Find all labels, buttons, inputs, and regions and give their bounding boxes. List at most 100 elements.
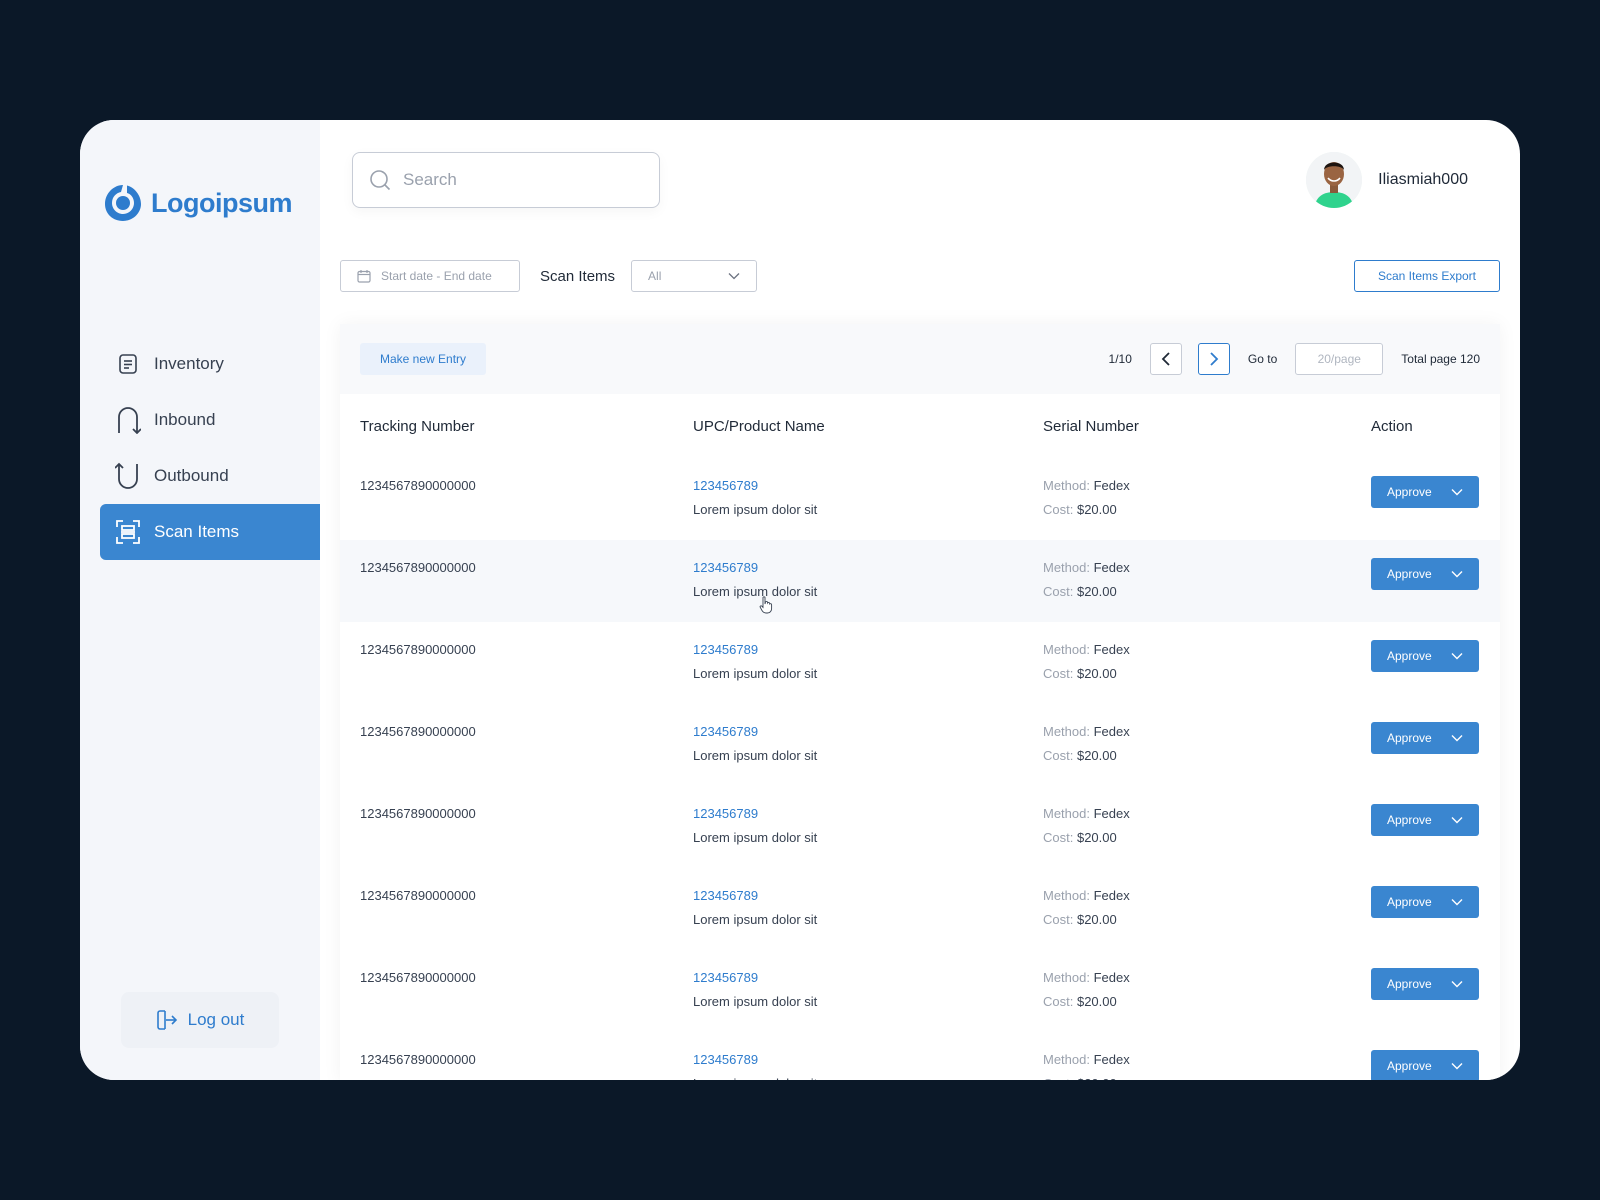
cost-line: Cost: $20.00 bbox=[1043, 744, 1130, 768]
date-range-picker[interactable]: Start date - End date bbox=[340, 260, 520, 292]
table-row[interactable]: 1234567890000000 123456789 Lorem ipsum d… bbox=[340, 950, 1500, 1032]
action-cell: Approve bbox=[1371, 804, 1479, 836]
scan-items-filter-label: Scan Items bbox=[540, 267, 616, 285]
product-name: Lorem ipsum dolor sit bbox=[693, 502, 818, 517]
scan-icon bbox=[114, 518, 142, 546]
upc-link[interactable]: 123456789 bbox=[693, 474, 817, 498]
table-row[interactable]: 1234567890000000 123456789 Lorem ipsum d… bbox=[340, 458, 1500, 540]
action-cell: Approve bbox=[1371, 722, 1479, 754]
serial-cell: Method: Fedex Cost: $20.00 bbox=[1043, 474, 1130, 522]
tracking-number: 1234567890000000 bbox=[360, 1052, 476, 1067]
pagination: 1/10 Go to Total page 120 bbox=[1109, 343, 1480, 375]
sidebar-item-inbound[interactable]: Inbound bbox=[100, 392, 320, 448]
cost-label: Cost: bbox=[1043, 748, 1074, 763]
sidebar-item-label: Inbound bbox=[154, 410, 216, 429]
upc-link[interactable]: 123456789 bbox=[693, 638, 817, 662]
chevron-down-icon bbox=[728, 273, 740, 280]
logo-icon bbox=[105, 185, 141, 221]
upc-product-cell: 123456789 Lorem ipsum dolor sit bbox=[693, 720, 817, 768]
app-window: Logoipsum Inventory Inbound Outbound Sca… bbox=[80, 120, 1520, 1080]
logout-icon bbox=[156, 1010, 177, 1030]
method-line: Method: Fedex bbox=[1043, 1048, 1130, 1072]
approve-dropdown-button[interactable]: Approve bbox=[1371, 1050, 1479, 1080]
next-page-button[interactable] bbox=[1197, 343, 1230, 375]
chevron-down-icon bbox=[1451, 981, 1463, 988]
table-row[interactable]: 1234567890000000 123456789 Lorem ipsum d… bbox=[340, 704, 1500, 786]
sidebar-item-outbound[interactable]: Outbound bbox=[100, 448, 320, 504]
table-row[interactable]: 1234567890000000 123456789 Lorem ipsum d… bbox=[340, 786, 1500, 868]
sidebar: Logoipsum Inventory Inbound Outbound Sca… bbox=[80, 120, 320, 1080]
action-cell: Approve bbox=[1371, 640, 1479, 672]
sidebar-item-scan-items[interactable]: Scan Items bbox=[100, 504, 320, 560]
main-content: Iliasmiah000 Start date - End date Scan … bbox=[320, 120, 1520, 1080]
approve-dropdown-button[interactable]: Approve bbox=[1371, 722, 1479, 754]
method-label: Method: bbox=[1043, 1052, 1090, 1067]
tracking-number: 1234567890000000 bbox=[360, 642, 476, 657]
action-cell: Approve bbox=[1371, 558, 1479, 590]
cost-value: $20.00 bbox=[1076, 830, 1117, 845]
approve-dropdown-button[interactable]: Approve bbox=[1371, 804, 1479, 836]
avatar[interactable] bbox=[1306, 152, 1363, 208]
method-label: Method: bbox=[1043, 478, 1090, 493]
product-name: Lorem ipsum dolor sit bbox=[693, 748, 818, 763]
table-row[interactable]: 1234567890000000 123456789 Lorem ipsum d… bbox=[340, 540, 1500, 622]
cost-value: $20.00 bbox=[1076, 748, 1117, 763]
tracking-number: 1234567890000000 bbox=[360, 888, 476, 903]
approve-label: Approve bbox=[1387, 1059, 1432, 1073]
list-icon bbox=[114, 350, 142, 378]
search-input[interactable] bbox=[403, 170, 623, 190]
method-line: Method: Fedex bbox=[1043, 720, 1130, 744]
serial-cell: Method: Fedex Cost: $20.00 bbox=[1043, 802, 1130, 850]
upc-product-cell: 123456789 Lorem ipsum dolor sit bbox=[693, 966, 817, 1014]
inbound-arrow-icon bbox=[114, 406, 142, 434]
cost-line: Cost: $20.00 bbox=[1043, 580, 1130, 604]
cost-line: Cost: $20.00 bbox=[1043, 908, 1130, 932]
tracking-number: 1234567890000000 bbox=[360, 478, 476, 493]
method-value: Fedex bbox=[1093, 1052, 1130, 1067]
upc-link[interactable]: 123456789 bbox=[693, 884, 817, 908]
table-row[interactable]: 1234567890000000 123456789 Lorem ipsum d… bbox=[340, 1032, 1500, 1080]
approve-label: Approve bbox=[1387, 485, 1432, 499]
logo[interactable]: Logoipsum bbox=[103, 183, 292, 223]
method-value: Fedex bbox=[1093, 724, 1130, 739]
serial-cell: Method: Fedex Cost: $20.00 bbox=[1043, 966, 1130, 1014]
upc-link[interactable]: 123456789 bbox=[693, 556, 817, 580]
approve-dropdown-button[interactable]: Approve bbox=[1371, 968, 1479, 1000]
product-name: Lorem ipsum dolor sit bbox=[693, 830, 818, 845]
method-line: Method: Fedex bbox=[1043, 966, 1130, 990]
logout-button[interactable]: Log out bbox=[121, 992, 279, 1048]
chevron-down-icon bbox=[1451, 817, 1463, 824]
column-header-upc: UPC/Product Name bbox=[693, 417, 825, 435]
cost-label: Cost: bbox=[1043, 912, 1074, 927]
column-header-tracking: Tracking Number bbox=[360, 417, 475, 435]
upc-link[interactable]: 123456789 bbox=[693, 966, 817, 990]
sidebar-item-label: Inventory bbox=[154, 354, 224, 373]
method-value: Fedex bbox=[1093, 888, 1130, 903]
approve-label: Approve bbox=[1387, 895, 1432, 909]
scan-items-select[interactable]: All bbox=[631, 260, 758, 292]
approve-dropdown-button[interactable]: Approve bbox=[1371, 476, 1479, 508]
scan-items-export-button[interactable]: Scan Items Export bbox=[1354, 260, 1500, 292]
cost-label: Cost: bbox=[1043, 502, 1074, 517]
goto-page-input[interactable] bbox=[1295, 343, 1384, 375]
table-row[interactable]: 1234567890000000 123456789 Lorem ipsum d… bbox=[340, 622, 1500, 704]
upc-link[interactable]: 123456789 bbox=[693, 802, 817, 826]
upc-product-cell: 123456789 Lorem ipsum dolor sit bbox=[693, 474, 817, 522]
upc-product-cell: 123456789 Lorem ipsum dolor sit bbox=[693, 1048, 817, 1080]
cost-line: Cost: $20.00 bbox=[1043, 1072, 1130, 1080]
prev-page-button[interactable] bbox=[1149, 343, 1182, 375]
search-box[interactable] bbox=[352, 152, 660, 208]
cost-line: Cost: $20.00 bbox=[1043, 990, 1130, 1014]
approve-dropdown-button[interactable]: Approve bbox=[1371, 558, 1479, 590]
goto-label: Go to bbox=[1247, 352, 1278, 366]
user-profile[interactable]: Iliasmiah000 bbox=[1306, 152, 1468, 208]
method-line: Method: Fedex bbox=[1043, 638, 1130, 662]
table-row[interactable]: 1234567890000000 123456789 Lorem ipsum d… bbox=[340, 868, 1500, 950]
serial-cell: Method: Fedex Cost: $20.00 bbox=[1043, 720, 1130, 768]
approve-dropdown-button[interactable]: Approve bbox=[1371, 640, 1479, 672]
sidebar-item-inventory[interactable]: Inventory bbox=[100, 336, 320, 392]
make-new-entry-button[interactable]: Make new Entry bbox=[360, 343, 487, 375]
approve-dropdown-button[interactable]: Approve bbox=[1371, 886, 1479, 918]
upc-link[interactable]: 123456789 bbox=[693, 720, 817, 744]
upc-link[interactable]: 123456789 bbox=[693, 1048, 817, 1072]
